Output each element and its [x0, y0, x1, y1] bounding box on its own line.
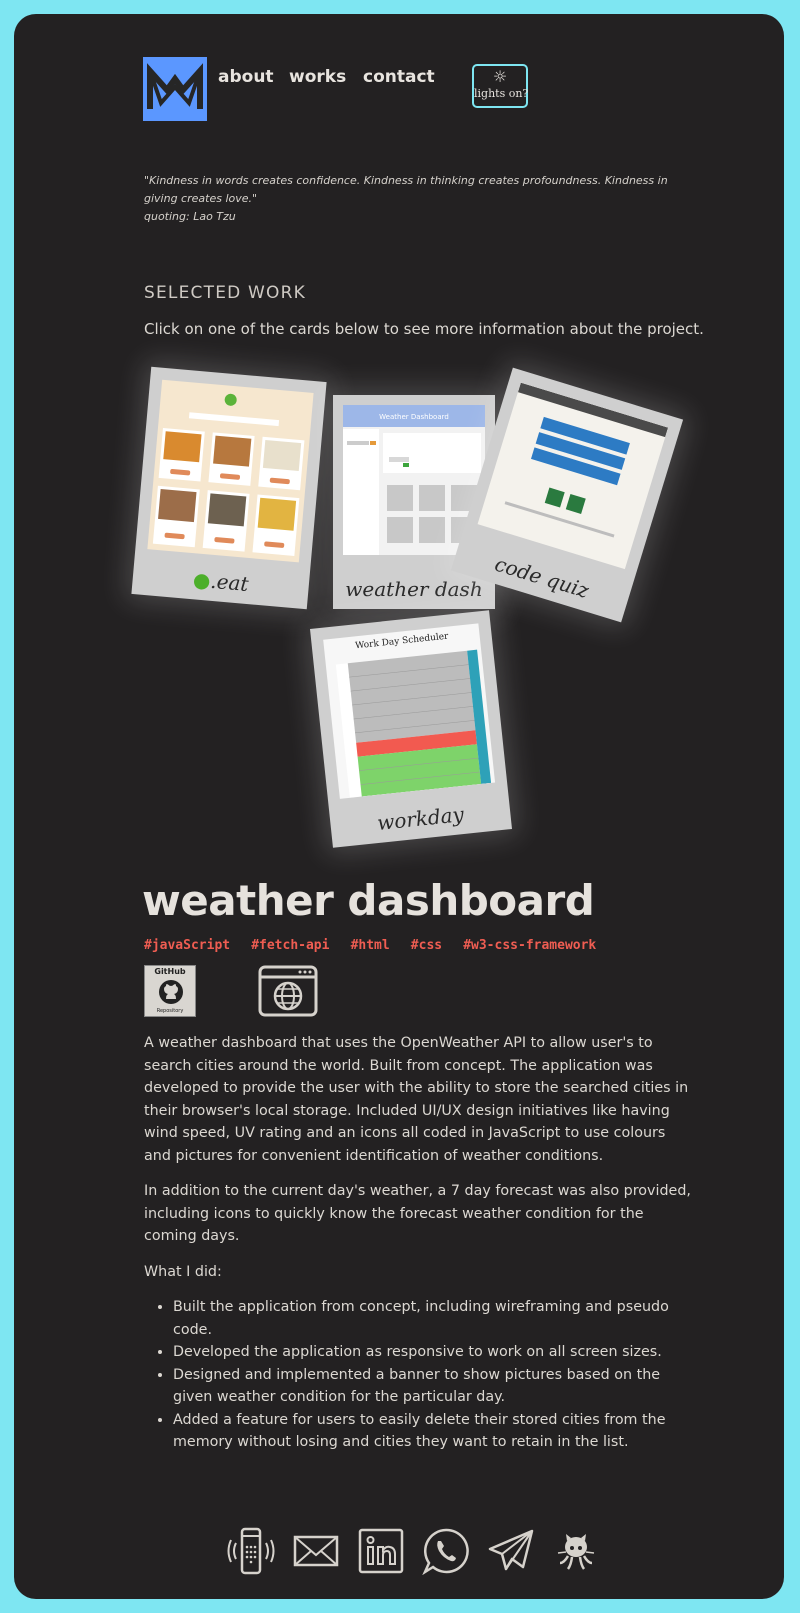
email-icon[interactable]: [292, 1527, 340, 1575]
description-paragraph: A weather dashboard that uses the OpenWe…: [144, 1035, 689, 1164]
pepper-icon: ●: [192, 567, 212, 593]
list-item: Built the application from concept, incl…: [173, 1296, 694, 1341]
tag-css: #css: [410, 938, 443, 953]
nav-works[interactable]: works: [289, 67, 346, 87]
project-description: A weather dashboard that uses the OpenWe…: [144, 1032, 694, 1454]
tag-fetch-api: #fetch-api: [251, 938, 330, 953]
eat-screenshot: [147, 379, 314, 563]
quiz-screenshot: [477, 382, 669, 570]
quote-text: "Kindness in words creates confidence. K…: [144, 174, 668, 205]
project-card-eat[interactable]: ●.eat: [131, 366, 327, 610]
tag-w3-css-framework: #w3-css-framework: [463, 938, 597, 953]
selected-work-intro: Click on one of the cards below to see m…: [144, 320, 704, 338]
github-repository-button[interactable]: GitHub Repository: [144, 965, 196, 1017]
quote-block: "Kindness in words creates confidence. K…: [144, 172, 684, 226]
card-caption-eat: ●.eat: [192, 567, 250, 597]
contributions-list: Built the application from concept, incl…: [144, 1296, 694, 1454]
live-site-button[interactable]: [258, 965, 318, 1017]
telegram-icon[interactable]: [487, 1527, 535, 1575]
project-title: weather dashboard: [142, 876, 595, 925]
list-item: Developed the application as responsive …: [173, 1341, 694, 1364]
card-caption-workday: workday: [375, 802, 465, 835]
page-frame: about works contact ☼ lights on? "Kindne…: [14, 14, 784, 1599]
sun-icon: ☼: [492, 67, 508, 86]
nav-contact[interactable]: contact: [363, 67, 435, 87]
lights-toggle-button[interactable]: ☼ lights on?: [472, 64, 528, 108]
tag-html: #html: [350, 938, 390, 953]
list-item: Added a feature for users to easily dele…: [173, 1409, 694, 1454]
whatsapp-icon[interactable]: [422, 1527, 470, 1575]
selected-work-heading: SELECTED WORK: [144, 283, 306, 303]
project-tags: #javaScript #fetch-api #html #css #w3-cs…: [144, 934, 612, 953]
lights-label: lights on?: [474, 87, 529, 100]
weather-screenshot-title: Weather Dashboard: [379, 413, 449, 421]
workday-screenshot: Work Day Scheduler: [323, 623, 496, 799]
quote-attribution: quoting: Lao Tzu: [144, 210, 236, 223]
linkedin-icon[interactable]: [357, 1527, 405, 1575]
workday-screenshot-title: Work Day Scheduler: [355, 632, 450, 652]
mw-logo[interactable]: [143, 57, 207, 121]
phone-icon[interactable]: [227, 1527, 275, 1575]
github-octocat-icon[interactable]: [552, 1527, 600, 1575]
github-icon: [159, 980, 183, 1004]
what-i-did-label: What I did:: [144, 1263, 222, 1280]
nav-about[interactable]: about: [218, 67, 274, 87]
card-caption-weather-dash: weather dash: [345, 577, 483, 601]
tag-javascript: #javaScript: [144, 938, 231, 953]
project-card-workday[interactable]: Work Day Scheduler workday: [309, 610, 513, 848]
description-paragraph: In addition to the current day's weather…: [144, 1183, 691, 1244]
browser-globe-icon: [258, 965, 318, 1017]
list-item: Designed and implemented a banner to sho…: [173, 1364, 694, 1409]
